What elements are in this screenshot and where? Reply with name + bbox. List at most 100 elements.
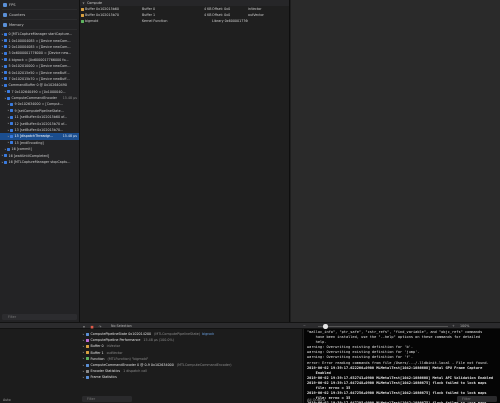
console-filter-placeholder: Filter [462,396,471,401]
variable-value-group: inVector [107,344,121,348]
variable-value: 15.48 µs (100.0%) [143,338,174,343]
resource-row[interactable]: bigmold Kernel Function Library 0x60000177… [80,18,289,24]
call-icon [10,122,13,126]
tree-row-label: 4 bigrock = [0x6000017766000 fo... [8,57,69,62]
tree-row-duration: 15.48 µs [62,96,77,101]
disclosure-triangle-icon[interactable]: ▸ [82,364,85,367]
resource-kind: Buffer 1 [142,13,156,17]
tree-row-duration: 15.48 µs [62,134,77,139]
tree-row-label: 9 [setComputePipelineState... [14,108,64,113]
tree-row-label: 15 [endEncoding] [14,140,44,145]
tree-row[interactable]: ▸ 16 [MTLCaptureManager stopCaptu... [0,159,79,165]
nav-memory[interactable]: Memory [0,20,79,29]
zoom-level: 100% [460,324,470,329]
variable-name: ComputeCommandEncoder 0 @ 0-9 0x10263400… [90,363,174,368]
console-filter-field[interactable]: Filter [457,396,497,402]
zoom-in-icon[interactable]: + [452,324,455,328]
console-line: have been installed, use the "--help" op… [307,335,481,340]
variable-type-icon [86,375,89,379]
variable-value: 1 dispatch call [123,369,148,374]
hide-debug-area-icon[interactable]: ▾ [82,325,86,329]
variables-filter-field[interactable]: Filter [82,396,132,402]
tree-row-label: 0 [MTLCaptureManager startCapture... [8,32,73,37]
variables-scope-selector[interactable]: Auto [3,398,11,402]
stop-icon[interactable]: ■ [90,325,94,329]
resource-type: inVector [248,7,262,11]
call-icon [4,45,7,49]
step-over-icon[interactable]: ↷ [98,325,102,329]
variable-value-accent: bigrock [202,332,215,337]
variable-name: Buffer 1 [90,350,104,355]
tree-row-label: 16 [commit] [11,147,32,152]
variable-name: ComputePipelineState 0x102014200 [90,332,152,337]
counters-icon [3,12,7,17]
tree-row-label: 9 0x102634000 = [Comput... [14,102,63,107]
compute-group-label: Compute [87,1,103,5]
call-icon [10,128,13,132]
disclosure-triangle-icon[interactable]: ▸ [82,351,85,354]
zoom-slider[interactable] [318,326,448,327]
console-output[interactable]: "malloc_info", "ptr_safe", "cstr_refs", … [304,329,500,403]
debug-toolbar: ▾ ■ ↷ No Selection − + 100% [0,322,500,329]
nav-counters-label: Counters [9,12,26,17]
navigator-filter-placeholder: Filter [8,315,17,319]
tree-row-label: 5 0x102010000 = [Device newCom... [8,64,71,69]
disclosure-triangle-icon[interactable]: ▸ [82,376,85,379]
resource-offset: Library 0x600001776000... [212,19,248,23]
zoom-out-icon[interactable]: − [303,324,306,328]
variable-type-icon [86,363,89,367]
variable-row[interactable]: ▸ Frame Statistics [0,374,302,380]
navigator-filter-field[interactable]: Filter [2,314,77,320]
variable-name: Encoder Statistics [90,369,121,374]
tree-row-label: 6 0x102015e50 = [Device newBuff... [8,70,70,75]
variables-view: ▸ ComputePipelineState 0x102014200 (MTLCom… [0,329,303,403]
call-icon [10,141,13,145]
variable-value-group: 15.48 µs (100.0%) [143,338,174,342]
console-lines: "malloc_info", "ptr_safe", "cstr_refs", … [307,330,497,403]
tree-row-label: 1 0x100004085 = [Device newCom... [8,38,71,43]
call-icon [7,96,10,100]
resource-list: Buffer 0x102015b60 Buffer 0 4 KB Offset: 0x… [80,6,289,24]
tree-row-label: 7 0x102640490 = [0x1000040... [11,89,66,94]
variable-value-group: (MTLComputeCommandEncoder) [177,363,232,367]
memory-icon [3,22,7,27]
call-icon [4,160,7,164]
variable-name: Frame Statistics [90,375,117,380]
call-icon [4,83,7,87]
call-icon [4,32,7,36]
call-icon [4,71,7,75]
call-icon [7,90,10,94]
variable-name: Function [90,356,105,361]
nav-counters[interactable]: Counters [0,10,79,19]
disclosure-triangle-icon[interactable]: ▸ [82,357,85,360]
tree-row-label: CommandBuffer 0 @ 0x102640490 [8,83,67,88]
call-icon [4,51,7,55]
variable-name: Buffer 0 [90,344,104,349]
disclosure-triangle-icon[interactable]: ▼ [82,2,85,5]
call-icon [10,134,13,138]
tree-row-label: 13 [setBuffer:0x102015b70... [14,128,64,133]
call-icon [10,102,13,106]
variable-type-icon [86,338,89,342]
variable-type-icon [86,369,89,373]
tree-row-label: 2 0x100004085 = [Device newCom... [8,44,71,49]
variable-type-icon [86,357,89,361]
variable-name: ComputePipeline Performance [90,338,141,343]
fps-icon [3,2,7,7]
resource-view: ▼ Compute Buffer 0x102015b60 Buffer 0 4 KB… [80,0,290,322]
console-scope-selector[interactable]: All Output [307,398,325,402]
variable-value: (MTLComputeCommandEncoder) [176,363,232,368]
call-icon [7,147,10,151]
disclosure-triangle-icon[interactable]: ▸ [82,333,85,336]
call-icon [10,115,13,119]
disclosure-triangle-icon[interactable]: ▸ [82,370,85,373]
variable-type-icon [86,332,89,336]
divider [2,29,77,30]
disclosure-triangle-icon[interactable]: ▸ [82,339,85,342]
nav-fps[interactable]: FPS [0,0,79,9]
variable-value: outVector [106,350,123,355]
resource-size: 4 KB [204,7,212,11]
variables-filter-placeholder: Filter [87,396,96,401]
disclosure-triangle-icon[interactable]: ▸ [82,345,85,348]
nav-memory-label: Memory [9,22,24,27]
